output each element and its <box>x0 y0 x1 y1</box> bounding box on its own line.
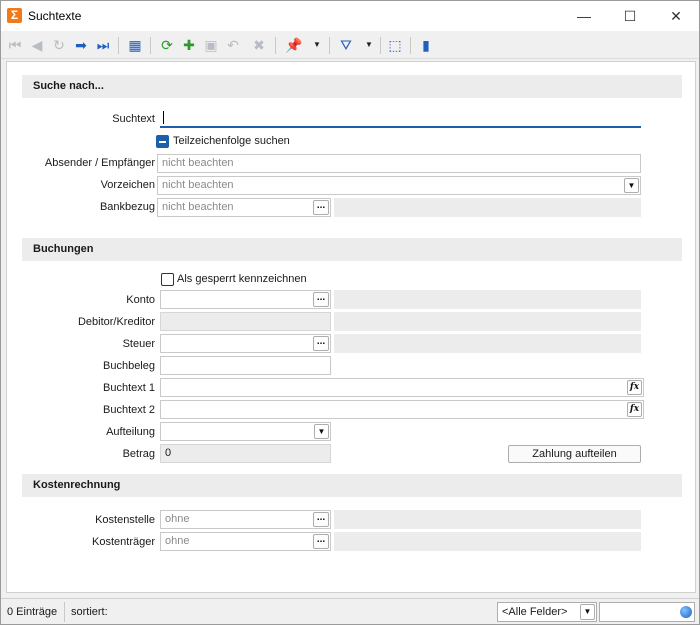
kostenstelle-browse-button[interactable]: ... <box>313 512 329 527</box>
section-buchungen-header: Buchungen <box>22 238 682 261</box>
app-icon: Σ <box>7 8 22 23</box>
globe-icon[interactable] <box>680 606 692 618</box>
debitor-label: Debitor/Kreditor <box>77 316 155 328</box>
next-record-icon[interactable]: ➡ <box>71 35 91 55</box>
quick-search-input[interactable] <box>599 602 695 622</box>
teilzeichenfolge-label: Teilzeichenfolge suchen <box>173 135 290 147</box>
suchtext-label: Suchtext <box>112 113 155 125</box>
gesperrt-label: Als gesperrt kennzeichnen <box>177 273 307 285</box>
chevron-down-icon[interactable]: ▼ <box>314 424 329 439</box>
konto-label: Konto <box>126 294 155 306</box>
book-icon[interactable]: ▮ <box>416 35 436 55</box>
kostenstelle-input[interactable]: ohne ... <box>160 510 331 529</box>
delete-icon[interactable]: ✖ <box>249 35 269 55</box>
absender-input[interactable]: nicht beachten <box>157 154 641 173</box>
filler <box>334 198 641 217</box>
buchbeleg-input[interactable] <box>160 356 331 375</box>
search-field-select[interactable]: <Alle Felder> ▼ <box>497 602 597 622</box>
konto-browse-button[interactable]: ... <box>313 292 329 307</box>
window-title: Suchtexte <box>28 9 82 23</box>
buchtext2-label: Buchtext 2 <box>103 404 155 416</box>
search-form-panel: Suche nach... Suchtext Teilzeichenfolge … <box>6 61 696 593</box>
previous-record-icon[interactable]: ◀ <box>27 35 47 55</box>
filler <box>334 290 641 309</box>
debitor-input <box>160 312 331 331</box>
toolbar-separator <box>410 37 411 54</box>
kostenstelle-label: Kostenstelle <box>95 514 155 526</box>
toolbar: ⏮ ◀ ↻ ➡ ⏭ ▦ ⟳ ✚ ▣ ↶ ✖ 📌 ▼ ⛛ ▼ ⬚ ▮ <box>1 31 699 59</box>
aufteilung-select[interactable]: ▼ <box>160 422 331 441</box>
toolbar-separator <box>275 37 276 54</box>
gesperrt-checkbox[interactable] <box>161 273 174 286</box>
formula-icon[interactable]: fx <box>627 402 642 417</box>
sort-indicator: sortiert: <box>71 606 108 618</box>
steuer-browse-button[interactable]: ... <box>313 336 329 351</box>
toolbar-separator <box>150 37 151 54</box>
toolbar-separator <box>118 37 119 54</box>
status-separator <box>64 602 65 622</box>
status-bar: 0 Einträge sortiert: <Alle Felder> ▼ <box>1 598 699 624</box>
buchbeleg-label: Buchbeleg <box>103 360 155 372</box>
filter-icon[interactable]: ⛛ <box>336 35 356 55</box>
vorzeichen-label: Vorzeichen <box>100 179 155 191</box>
select-cursor-icon[interactable]: ⬚ <box>385 35 405 55</box>
toolbar-separator <box>380 37 381 54</box>
pin-dropdown-icon[interactable]: ▼ <box>312 35 322 55</box>
chevron-down-icon[interactable]: ▼ <box>624 178 639 193</box>
filler <box>334 532 641 551</box>
chevron-down-icon[interactable]: ▼ <box>580 604 595 620</box>
kostentraeger-label: Kostenträger <box>92 536 155 548</box>
formula-icon[interactable]: fx <box>627 380 642 395</box>
absender-label: Absender / Empfänger <box>44 157 155 169</box>
filler <box>334 510 641 529</box>
pin-icon[interactable]: 📌 <box>284 35 304 55</box>
buchtext1-label: Buchtext 1 <box>103 382 155 394</box>
minimize-button[interactable]: — <box>561 1 607 31</box>
suchtext-input[interactable] <box>160 109 641 128</box>
vorzeichen-select[interactable]: nicht beachten ▼ <box>157 176 641 195</box>
save-icon[interactable]: ▣ <box>201 35 221 55</box>
buchtext2-input[interactable]: fx <box>160 400 644 419</box>
close-button[interactable]: ✕ <box>653 1 699 31</box>
zahlung-aufteilen-button[interactable]: Zahlung aufteilen <box>508 445 641 463</box>
table-view-icon[interactable]: ▦ <box>125 35 145 55</box>
section-suche-header: Suche nach... <box>22 75 682 98</box>
section-kosten-header: Kostenrechnung <box>22 474 682 497</box>
filler <box>334 312 641 331</box>
konto-input[interactable]: ... <box>160 290 331 309</box>
steuer-input[interactable]: ... <box>160 334 331 353</box>
filter-dropdown-icon[interactable]: ▼ <box>364 35 374 55</box>
filler <box>334 334 641 353</box>
bankbezug-label: Bankbezug <box>99 201 155 213</box>
kostentraeger-input[interactable]: ohne ... <box>160 532 331 551</box>
kostentraeger-browse-button[interactable]: ... <box>313 534 329 549</box>
text-caret <box>163 111 164 124</box>
title-bar: Σ Suchtexte — ☐ ✕ <box>1 1 699 31</box>
teilzeichenfolge-checkbox[interactable] <box>156 135 169 148</box>
maximize-button[interactable]: ☐ <box>607 1 653 31</box>
window: Σ Suchtexte — ☐ ✕ ⏮ ◀ ↻ ➡ ⏭ ▦ ⟳ ✚ ▣ ↶ ✖ … <box>0 0 700 625</box>
buchtext1-input[interactable]: fx <box>160 378 644 397</box>
refresh-disabled-icon[interactable]: ↻ <box>49 35 69 55</box>
bankbezug-input[interactable]: nicht beachten ... <box>157 198 331 217</box>
toolbar-separator <box>329 37 330 54</box>
reload-icon[interactable]: ⟳ <box>157 35 177 55</box>
betrag-label: Betrag <box>122 448 155 460</box>
bankbezug-browse-button[interactable]: ... <box>313 200 329 215</box>
aufteilung-label: Aufteilung <box>106 426 155 438</box>
steuer-label: Steuer <box>122 338 155 350</box>
last-record-icon[interactable]: ⏭ <box>93 35 113 55</box>
betrag-input: 0 <box>160 444 331 463</box>
record-count: 0 Einträge <box>7 606 58 618</box>
first-record-icon[interactable]: ⏮ <box>5 35 25 55</box>
new-record-icon[interactable]: ✚ <box>179 35 199 55</box>
undo-icon[interactable]: ↶ <box>223 35 243 55</box>
